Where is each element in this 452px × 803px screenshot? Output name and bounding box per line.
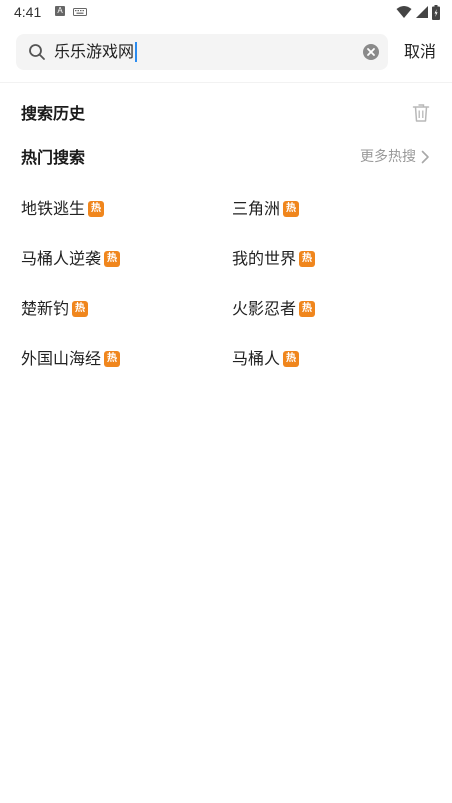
clear-icon[interactable] xyxy=(362,43,380,61)
hot-search-item[interactable]: 马桶人逆袭 热 xyxy=(21,246,232,296)
hot-search-item[interactable]: 外国山海经 热 xyxy=(21,346,232,396)
hot-search-label: 马桶人 xyxy=(232,349,281,368)
hot-badge: 热 xyxy=(88,201,105,217)
battery-icon xyxy=(432,4,440,20)
hot-search-label: 地铁逃生 xyxy=(21,199,86,218)
hot-badge: 热 xyxy=(104,351,121,367)
hot-search-item[interactable]: 我的世界 热 xyxy=(232,246,431,296)
hot-search-label: 我的世界 xyxy=(232,249,297,268)
hot-badge: 热 xyxy=(299,251,316,267)
hot-search-label: 外国山海经 xyxy=(21,349,102,368)
trash-icon[interactable] xyxy=(412,103,430,123)
search-input[interactable]: 乐乐游戏网 xyxy=(16,34,388,70)
text-caret xyxy=(135,42,138,62)
hot-search-label: 楚新钓 xyxy=(21,299,70,318)
hot-search-item[interactable]: 地铁逃生 热 xyxy=(21,196,232,246)
a-notification-icon: A xyxy=(55,6,65,16)
cancel-button[interactable]: 取消 xyxy=(404,42,436,62)
chevron-right-icon xyxy=(421,150,429,164)
hot-search-item[interactable]: 火影忍者 热 xyxy=(232,296,431,346)
hot-search-list: 地铁逃生 热 三角洲 热 马桶人逆袭 热 我的世界 热 楚新钓 热 火影忍者 热… xyxy=(21,196,431,396)
hot-search-title: 热门搜索 xyxy=(21,148,86,167)
hot-badge: 热 xyxy=(299,301,316,317)
hot-search-item[interactable]: 楚新钓 热 xyxy=(21,296,232,346)
more-hot-search-link[interactable]: 更多热搜 xyxy=(360,147,430,167)
hot-search-item[interactable]: 马桶人 热 xyxy=(232,346,431,396)
hot-search-label: 马桶人逆袭 xyxy=(21,249,102,268)
hot-badge: 热 xyxy=(283,351,300,367)
hot-badge: 热 xyxy=(72,301,89,317)
more-hot-search-label: 更多热搜 xyxy=(360,149,416,165)
hot-search-item[interactable]: 三角洲 热 xyxy=(232,196,431,246)
status-time: 4:41 xyxy=(14,4,42,20)
hot-badge: 热 xyxy=(104,251,121,267)
search-input-value-wrap: 乐乐游戏网 xyxy=(54,42,138,62)
search-header: 乐乐游戏网 取消 xyxy=(0,26,452,83)
search-history-title: 搜索历史 xyxy=(21,104,86,123)
status-icons xyxy=(396,4,440,20)
hot-search-label: 三角洲 xyxy=(232,199,281,218)
status-bar: 4:41 A xyxy=(0,0,452,26)
hot-search-label: 火影忍者 xyxy=(232,299,297,318)
wifi-icon xyxy=(396,6,412,18)
search-icon xyxy=(29,44,45,60)
search-input-value: 乐乐游戏网 xyxy=(54,42,135,61)
signal-icon xyxy=(416,6,428,18)
keyboard-icon xyxy=(73,8,87,16)
hot-badge: 热 xyxy=(283,201,300,217)
